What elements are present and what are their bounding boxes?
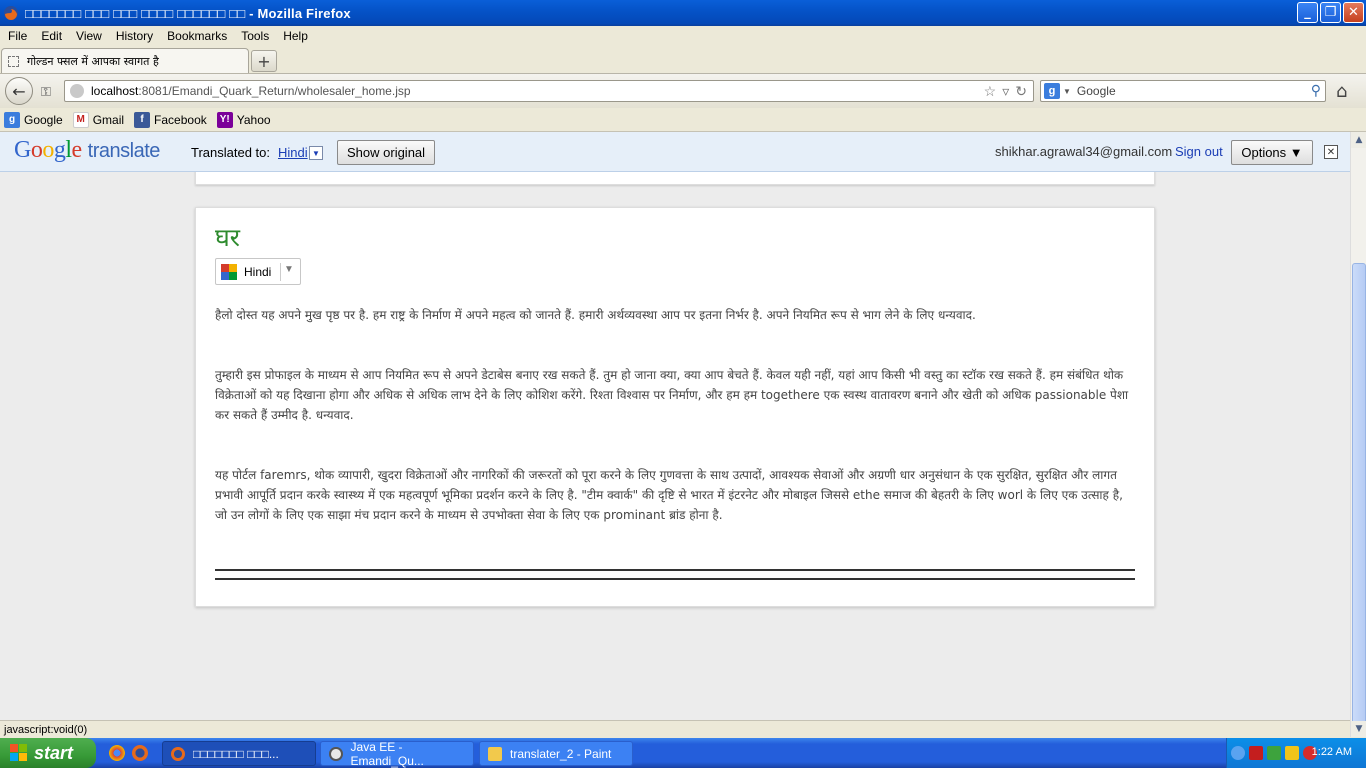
firefox-icon[interactable]	[132, 745, 148, 761]
eclipse-icon	[329, 746, 343, 761]
show-hidden-icons-icon[interactable]	[1231, 746, 1245, 760]
start-button[interactable]: start	[0, 738, 96, 768]
status-text: javascript:void(0)	[4, 723, 88, 736]
bookmark-label: Gmail	[92, 112, 125, 127]
menu-edit[interactable]: Edit	[34, 29, 69, 43]
window-title: □□□□□□□ □□□ □□□ □□□□ □□□□□□ □□ - Mozilla…	[25, 5, 351, 21]
bookmark-yahoo[interactable]: Y! Yahoo	[216, 111, 271, 128]
sign-out-link[interactable]: Sign out	[1175, 144, 1223, 159]
navigation-bar: ← ⚿ localhost :8081/Emandi_Quark_Return/…	[0, 73, 1366, 108]
bookmark-label: Yahoo	[236, 112, 271, 127]
search-input[interactable]: Google	[1077, 84, 1116, 98]
tab-strip: गोल्डन फ्सल में आपका स्वागत है +	[0, 46, 1366, 73]
close-translate-bar-icon[interactable]: ✕	[1324, 145, 1338, 159]
taskbar-item-label: translater_2 - Paint	[510, 746, 612, 761]
taskbar-item-label: Java EE - Emandi_Qu...	[350, 739, 424, 768]
bookmark-label: Google	[24, 112, 63, 127]
minimize-button[interactable]: _	[1297, 2, 1318, 23]
menu-history[interactable]: History	[109, 29, 160, 43]
menu-help[interactable]: Help	[276, 29, 315, 43]
clock[interactable]: 1:22 AM	[1312, 746, 1352, 758]
dropdown-arrow-icon[interactable]: ▿	[1002, 83, 1009, 100]
bookmark-google[interactable]: g Google	[4, 111, 63, 128]
language-dropdown-icon[interactable]: ▼	[309, 146, 323, 160]
google-translate-bar: Google translate Translated to: Hindi ▼ S…	[0, 132, 1350, 172]
url-host: localhost	[91, 84, 139, 98]
language-selector[interactable]: Hindi ▼	[215, 258, 301, 285]
taskbar-item-eclipse[interactable]: Java EE - Emandi_Qu...	[320, 739, 474, 768]
menu-bar: File Edit View History Bookmarks Tools H…	[0, 26, 1366, 46]
facebook-icon: f	[134, 111, 151, 128]
taskbar-item-paint[interactable]: translater_2 - Paint	[479, 741, 633, 766]
gmail-icon: M	[72, 111, 89, 128]
divider	[215, 578, 1135, 580]
yahoo-icon: Y!	[216, 111, 233, 128]
reload-icon[interactable]: ↻	[1015, 83, 1027, 100]
close-window-button[interactable]: ✕	[1343, 2, 1364, 23]
bookmark-facebook[interactable]: f Facebook	[134, 111, 207, 128]
google-translate-logo: Google translate	[14, 137, 160, 163]
windows-flag-icon	[10, 744, 28, 762]
show-original-button[interactable]: Show original	[337, 140, 436, 165]
profile-paragraph: तुम्हारी इस प्रोफाइल के माध्यम से आप निय…	[215, 368, 1129, 422]
start-label: start	[34, 742, 74, 763]
menu-file[interactable]: File	[0, 29, 34, 43]
bookmark-label: Facebook	[154, 112, 207, 127]
search-bar[interactable]: g ▼ Google ⚲	[1040, 80, 1326, 102]
previous-card	[195, 172, 1155, 185]
chevron-down-icon[interactable]: ▼	[1063, 87, 1071, 96]
back-arrow-icon: ←	[12, 81, 26, 101]
bookmark-star-icon[interactable]: ☆	[984, 83, 997, 100]
site-identity-icon[interactable]	[70, 84, 84, 98]
vertical-scrollbar[interactable]: ▲ ▼	[1350, 132, 1366, 737]
taskbar-item-label: □□□□□□□ □□□...	[193, 746, 279, 761]
system-tray: 1:22 AM	[1226, 738, 1366, 768]
search-icon[interactable]: ⚲	[1311, 82, 1321, 99]
google-translate-icon	[221, 263, 237, 280]
intro-paragraph: हैलो दोस्त यह अपने मुख पृष्ठ पर है. हम र…	[215, 308, 976, 322]
key-icon[interactable]: ⚿	[36, 82, 56, 102]
target-language-link[interactable]: Hindi	[278, 145, 308, 160]
portal-paragraph: यह पोर्टल faremrs, थोक व्यापारी, खुदरा व…	[215, 468, 1123, 522]
page-content: घर Hindi ▼ हैलो दोस्त यह अपने मुख पृष्ठ …	[0, 172, 1350, 720]
account-email: shikhar.agrawal34@gmail.com	[995, 144, 1173, 159]
taskbar-item-firefox[interactable]: □□□□□□□ □□□...	[162, 741, 316, 766]
quicktime-icon[interactable]	[1267, 746, 1281, 760]
url-bar[interactable]: localhost :8081/Emandi_Quark_Return/whol…	[64, 80, 1034, 102]
scroll-up-icon[interactable]: ▲	[1351, 132, 1366, 148]
google-search-engine-icon[interactable]: g	[1044, 83, 1060, 99]
restore-button[interactable]: ❐	[1320, 2, 1341, 23]
firefox-icon	[171, 746, 185, 761]
bookmark-gmail[interactable]: M Gmail	[72, 111, 125, 128]
home-icon[interactable]: ⌂	[1336, 81, 1347, 102]
app-tray-icon[interactable]	[1285, 746, 1299, 760]
status-bar: javascript:void(0)	[0, 720, 1350, 738]
back-button[interactable]: ←	[5, 77, 33, 105]
window-title-bar[interactable]: □□□□□□□ □□□ □□□ □□□□ □□□□□□ □□ - Mozilla…	[0, 0, 1366, 26]
menu-view[interactable]: View	[69, 29, 109, 43]
language-selector-label: Hindi	[244, 264, 272, 279]
translated-to-label: Translated to:	[191, 145, 271, 160]
chevron-down-icon[interactable]: ▼	[284, 264, 294, 275]
page-icon	[8, 55, 19, 67]
new-tab-button[interactable]: +	[251, 50, 277, 72]
windows-taskbar: start □□□□□□□ □□□... Java EE - Emandi_Qu…	[0, 738, 1366, 768]
firefox-icon	[4, 6, 18, 20]
page-title: घर	[215, 223, 241, 252]
bookmarks-toolbar: g Google M Gmail f Facebook Y! Yahoo	[0, 108, 1366, 132]
home-card: घर Hindi ▼ हैलो दोस्त यह अपने मुख पृष्ठ …	[195, 207, 1155, 607]
browser-tab[interactable]: गोल्डन फ्सल में आपका स्वागत है	[1, 48, 249, 73]
scroll-thumb[interactable]	[1352, 263, 1366, 737]
acrobat-icon[interactable]	[1249, 746, 1263, 760]
tab-title: गोल्डन फ्सल में आपका स्वागत है	[27, 54, 159, 68]
divider	[215, 569, 1135, 571]
paint-icon	[488, 746, 502, 761]
menu-bookmarks[interactable]: Bookmarks	[160, 29, 234, 43]
options-button[interactable]: Options ▼	[1231, 140, 1313, 165]
scroll-down-icon[interactable]: ▼	[1351, 721, 1366, 737]
google-icon: g	[4, 111, 20, 128]
url-path: :8081/Emandi_Quark_Return/wholesaler_hom…	[138, 84, 411, 98]
chrome-icon[interactable]	[109, 745, 125, 761]
menu-tools[interactable]: Tools	[234, 29, 276, 43]
